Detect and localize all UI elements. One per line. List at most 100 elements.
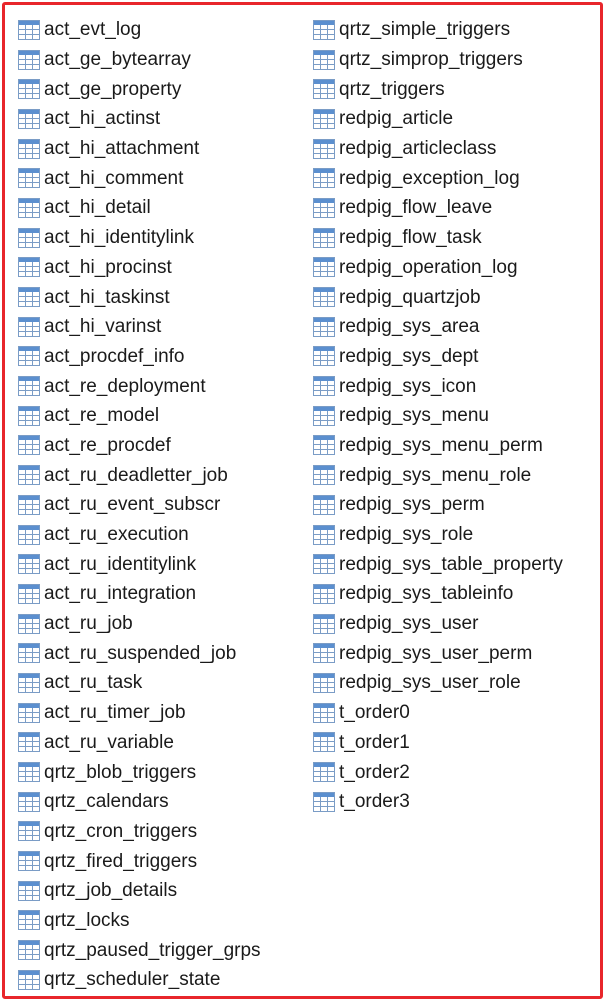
- table-list-item[interactable]: act_ru_variable: [17, 728, 261, 758]
- table-list-item[interactable]: act_re_procdef: [17, 431, 261, 461]
- table-icon: [17, 702, 41, 724]
- table-list-item[interactable]: act_hi_actinst: [17, 104, 261, 134]
- table-list-item[interactable]: redpig_sys_user_perm: [312, 638, 563, 668]
- table-list-item[interactable]: redpig_sys_table_property: [312, 549, 563, 579]
- table-list-item[interactable]: act_hi_detail: [17, 193, 261, 223]
- table-icon: [17, 939, 41, 961]
- table-list-item[interactable]: act_ru_task: [17, 668, 261, 698]
- table-name-label: act_hi_taskinst: [44, 286, 170, 308]
- table-list-item[interactable]: act_re_model: [17, 401, 261, 431]
- table-list-item[interactable]: t_order1: [312, 728, 563, 758]
- table-list-item[interactable]: redpig_sys_user_role: [312, 668, 563, 698]
- table-list-item[interactable]: redpig_articleclass: [312, 134, 563, 164]
- table-icon: [17, 167, 41, 189]
- table-list-item[interactable]: qrtz_blob_triggers: [17, 757, 261, 787]
- table-name-label: redpig_sys_user: [339, 613, 479, 635]
- table-name-label: redpig_sys_table_property: [339, 553, 563, 575]
- table-list-item[interactable]: act_ru_integration: [17, 579, 261, 609]
- table-list-item[interactable]: qrtz_locks: [17, 906, 261, 936]
- table-list-item[interactable]: act_hi_comment: [17, 163, 261, 193]
- table-list-item[interactable]: qrtz_simple_triggers: [312, 15, 563, 45]
- table-icon: [17, 909, 41, 931]
- table-list-item[interactable]: redpig_sys_tableinfo: [312, 579, 563, 609]
- table-icon: [17, 78, 41, 100]
- table-list-item[interactable]: act_hi_procinst: [17, 253, 261, 283]
- table-list-item[interactable]: qrtz_triggers: [312, 74, 563, 104]
- table-name-label: act_ru_suspended_job: [44, 642, 237, 664]
- table-name-label: qrtz_calendars: [44, 791, 169, 813]
- table-list-item[interactable]: act_ru_timer_job: [17, 698, 261, 728]
- table-list-item[interactable]: act_hi_taskinst: [17, 282, 261, 312]
- table-icon: [312, 345, 336, 367]
- table-list-item[interactable]: act_ge_bytearray: [17, 45, 261, 75]
- table-name-label: qrtz_blob_triggers: [44, 761, 197, 783]
- table-icon: [312, 138, 336, 160]
- table-list-item[interactable]: act_hi_identitylink: [17, 223, 261, 253]
- table-icon: [312, 227, 336, 249]
- table-list-item[interactable]: redpig_sys_menu_role: [312, 460, 563, 490]
- table-name-label: redpig_sys_menu: [339, 405, 489, 427]
- table-list-item[interactable]: act_ru_job: [17, 609, 261, 639]
- table-list-item[interactable]: act_ru_event_subscr: [17, 490, 261, 520]
- table-list-item[interactable]: qrtz_simprop_triggers: [312, 45, 563, 75]
- table-icon: [17, 405, 41, 427]
- table-list-item[interactable]: act_ru_deadletter_job: [17, 460, 261, 490]
- table-list-item[interactable]: act_procdef_info: [17, 342, 261, 372]
- table-list-item[interactable]: redpig_sys_menu_perm: [312, 431, 563, 461]
- table-name-label: redpig_sys_dept: [339, 345, 479, 367]
- table-list-item[interactable]: redpig_sys_perm: [312, 490, 563, 520]
- table-name-label: act_hi_actinst: [44, 108, 161, 130]
- table-list-item[interactable]: act_ru_identitylink: [17, 549, 261, 579]
- table-icon: [17, 731, 41, 753]
- table-list-item[interactable]: redpig_sys_menu: [312, 401, 563, 431]
- table-name-label: t_order2: [339, 761, 410, 783]
- table-list-item[interactable]: redpig_article: [312, 104, 563, 134]
- table-list-item[interactable]: redpig_flow_task: [312, 223, 563, 253]
- table-list-item[interactable]: act_hi_varinst: [17, 312, 261, 342]
- table-name-label: act_procdef_info: [44, 345, 185, 367]
- table-list-item[interactable]: qrtz_cron_triggers: [17, 817, 261, 847]
- table-name-label: t_order3: [339, 791, 410, 813]
- table-list-item[interactable]: t_order2: [312, 757, 563, 787]
- table-name-label: act_ru_identitylink: [44, 553, 197, 575]
- table-name-label: act_hi_detail: [44, 197, 151, 219]
- table-list-item[interactable]: redpig_operation_log: [312, 253, 563, 283]
- table-name-label: act_evt_log: [44, 19, 142, 41]
- table-list-item[interactable]: redpig_sys_role: [312, 520, 563, 550]
- table-list-item[interactable]: redpig_sys_dept: [312, 342, 563, 372]
- table-list-item[interactable]: act_hi_attachment: [17, 134, 261, 164]
- table-list-item[interactable]: qrtz_paused_trigger_grps: [17, 935, 261, 965]
- table-icon: [17, 108, 41, 130]
- table-list-item[interactable]: qrtz_scheduler_state: [17, 965, 261, 995]
- table-name-label: qrtz_triggers: [339, 78, 445, 100]
- table-list-column-left: act_evt_log act_ge_bytearray act_ge_proper…: [17, 15, 261, 995]
- table-icon: [17, 375, 41, 397]
- table-list-item[interactable]: qrtz_job_details: [17, 876, 261, 906]
- table-list-item[interactable]: redpig_sys_area: [312, 312, 563, 342]
- table-list-item[interactable]: act_ge_property: [17, 74, 261, 104]
- table-list-item[interactable]: redpig_quartzjob: [312, 282, 563, 312]
- table-icon: [17, 345, 41, 367]
- table-list-item[interactable]: redpig_sys_icon: [312, 371, 563, 401]
- table-list-item[interactable]: redpig_sys_user: [312, 609, 563, 639]
- table-list-item[interactable]: qrtz_calendars: [17, 787, 261, 817]
- table-icon: [312, 316, 336, 338]
- table-icon: [17, 227, 41, 249]
- table-list-item[interactable]: t_order3: [312, 787, 563, 817]
- table-list-item[interactable]: act_evt_log: [17, 15, 261, 45]
- table-name-label: act_ru_execution: [44, 524, 189, 546]
- table-list-item[interactable]: act_ru_execution: [17, 520, 261, 550]
- table-name-label: redpig_articleclass: [339, 138, 497, 160]
- table-list-item[interactable]: qrtz_fired_triggers: [17, 846, 261, 876]
- table-icon: [312, 761, 336, 783]
- table-list-item[interactable]: redpig_flow_leave: [312, 193, 563, 223]
- table-list-item[interactable]: act_re_deployment: [17, 371, 261, 401]
- table-list-item[interactable]: act_ru_suspended_job: [17, 638, 261, 668]
- table-list-frame: act_evt_log act_ge_bytearray act_ge_proper…: [2, 2, 603, 999]
- table-icon: [312, 553, 336, 575]
- table-list-item[interactable]: redpig_exception_log: [312, 163, 563, 193]
- table-icon: [17, 880, 41, 902]
- table-icon: [312, 613, 336, 635]
- table-name-label: redpig_flow_task: [339, 227, 482, 249]
- table-list-item[interactable]: t_order0: [312, 698, 563, 728]
